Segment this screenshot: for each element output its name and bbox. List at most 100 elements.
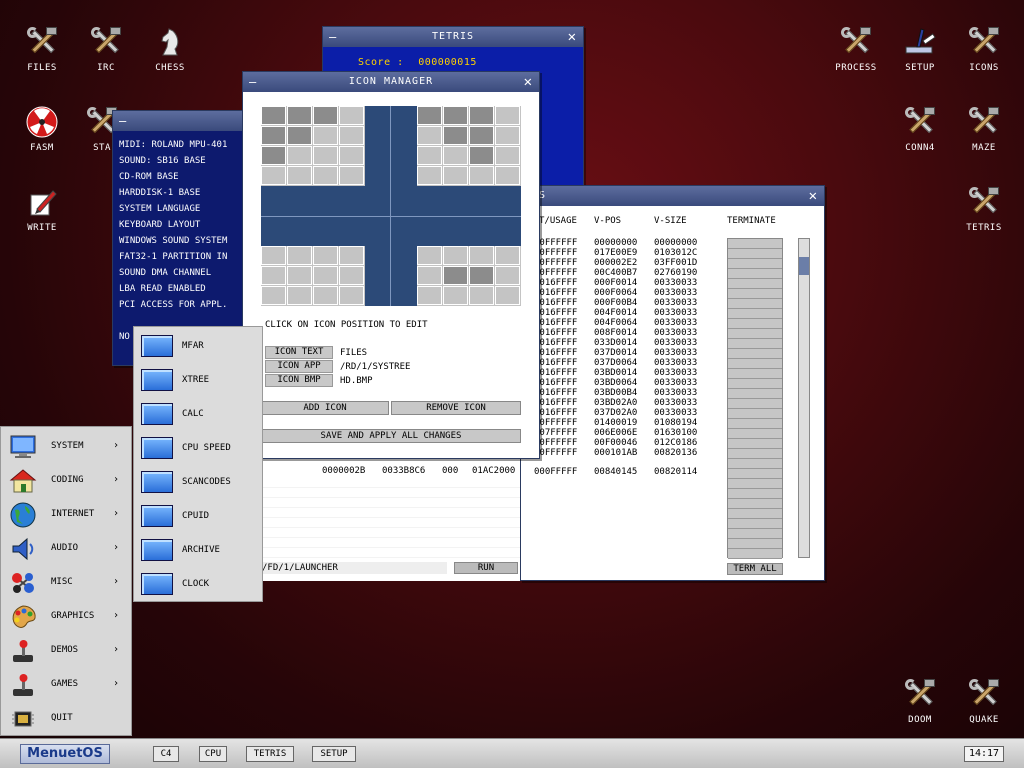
task-button-c4[interactable]: C4 — [153, 746, 179, 762]
icon-slot[interactable] — [443, 146, 468, 165]
terminate-button[interactable] — [728, 539, 782, 549]
icon-slot[interactable] — [495, 266, 520, 285]
icon-slot[interactable] — [287, 146, 312, 165]
icon-slot[interactable] — [417, 286, 442, 305]
terminate-button[interactable] — [728, 239, 782, 249]
icon-slot[interactable] — [417, 146, 442, 165]
menu-item-quit[interactable]: QUIT — [1, 702, 133, 736]
icon-slot[interactable] — [287, 266, 312, 285]
submenu-item-cpuid[interactable]: CPUID — [134, 499, 264, 533]
desktop-icon-process[interactable]: PROCESS — [826, 25, 886, 73]
info-line[interactable]: FAT32-1 PARTITION IN — [119, 249, 245, 265]
terminate-button[interactable] — [728, 399, 782, 409]
icon-slot[interactable] — [261, 126, 286, 145]
icon-slot[interactable] — [287, 286, 312, 305]
menu-item-graphics[interactable]: GRAPHICS › — [1, 600, 133, 634]
terminate-button[interactable] — [728, 409, 782, 419]
icon-slot[interactable] — [443, 166, 468, 185]
terminate-button[interactable] — [728, 449, 782, 459]
desktop-icon-fasm[interactable]: FASM — [12, 105, 72, 153]
task-button-tetris[interactable]: TETRIS — [246, 746, 294, 762]
info-line[interactable]: HARDDISK-1 BASE — [119, 185, 245, 201]
icon-slot[interactable] — [339, 106, 364, 125]
info-line[interactable]: PCI ACCESS FOR APPL. — [119, 297, 245, 313]
icon-manager-titlebar[interactable]: — ICON MANAGER ✕ — [243, 72, 539, 92]
terminate-button[interactable] — [728, 299, 782, 309]
terminate-button[interactable] — [728, 419, 782, 429]
icon-slot[interactable] — [261, 266, 286, 285]
terminate-button[interactable] — [728, 439, 782, 449]
icon-slot[interactable] — [469, 266, 494, 285]
tetris-titlebar[interactable]: — TETRIS ✕ — [323, 27, 583, 47]
save-apply-button[interactable]: SAVE AND APPLY ALL CHANGES — [261, 429, 521, 443]
menu-item-games[interactable]: GAMES › — [1, 668, 133, 702]
icon-slot[interactable] — [313, 126, 338, 145]
terminate-button[interactable] — [728, 269, 782, 279]
icon-slot[interactable] — [339, 126, 364, 145]
icon-slot[interactable] — [313, 106, 338, 125]
info-line[interactable]: SOUND: SB16 BASE — [119, 153, 245, 169]
icon-slot[interactable] — [469, 166, 494, 185]
desktop-icon-irc[interactable]: IRC — [76, 25, 136, 73]
menu-item-coding[interactable]: CODING › — [1, 464, 133, 498]
terminate-button[interactable] — [728, 429, 782, 439]
icon-slot[interactable] — [339, 266, 364, 285]
terminate-button[interactable] — [728, 259, 782, 269]
icon-slot[interactable] — [261, 166, 286, 185]
desktop-icon-files[interactable]: FILES — [12, 25, 72, 73]
icon-slot[interactable] — [339, 166, 364, 185]
close-icon[interactable]: ✕ — [524, 72, 533, 92]
task-button-setup[interactable]: SETUP — [312, 746, 356, 762]
info-line[interactable]: KEYBOARD LAYOUT — [119, 217, 245, 233]
terminate-button[interactable] — [728, 309, 782, 319]
desktop-icon-setup[interactable]: SETUP — [890, 25, 950, 73]
icon-slot[interactable] — [287, 246, 312, 265]
terminate-button[interactable] — [728, 319, 782, 329]
icon-slot[interactable] — [417, 266, 442, 285]
term-all-button[interactable]: TERM ALL — [727, 563, 783, 575]
icon-slot[interactable] — [287, 106, 312, 125]
close-icon[interactable]: ✕ — [809, 186, 818, 206]
terminate-button[interactable] — [728, 329, 782, 339]
minimize-icon[interactable]: — — [249, 72, 257, 92]
menu-item-demos[interactable]: DEMOS › — [1, 634, 133, 668]
icon-slot[interactable] — [417, 246, 442, 265]
terminate-button[interactable] — [728, 499, 782, 509]
info-line[interactable]: SOUND DMA CHANNEL — [119, 265, 245, 281]
icon-slot[interactable] — [339, 246, 364, 265]
task-button-cpu[interactable]: CPU — [199, 746, 227, 762]
terminate-button[interactable] — [728, 469, 782, 479]
desktop-icon-tetris[interactable]: TETRIS — [954, 185, 1014, 233]
desktop-icon-chess[interactable]: CHESS — [140, 25, 200, 73]
terminate-button[interactable] — [728, 339, 782, 349]
icon-bmp-button[interactable]: ICON BMP — [265, 374, 333, 387]
terminate-button[interactable] — [728, 359, 782, 369]
icon-slot[interactable] — [495, 126, 520, 145]
icon-slot[interactable] — [313, 166, 338, 185]
submenu-item-calc[interactable]: CALC — [134, 397, 264, 431]
icon-slot[interactable] — [313, 146, 338, 165]
icon-slot[interactable] — [313, 286, 338, 305]
icon-slot[interactable] — [443, 106, 468, 125]
submenu-item-scancodes[interactable]: SCANCODES — [134, 465, 264, 499]
icon-slot[interactable] — [495, 286, 520, 305]
icon-slot[interactable] — [313, 246, 338, 265]
menu-item-internet[interactable]: INTERNET › — [1, 498, 133, 532]
terminate-button[interactable] — [728, 249, 782, 259]
icon-slot[interactable] — [261, 106, 286, 125]
submenu-item-cpu-speed[interactable]: CPU SPEED — [134, 431, 264, 465]
icon-slot[interactable] — [287, 126, 312, 145]
icon-slot[interactable] — [495, 106, 520, 125]
info-titlebar[interactable]: — — [113, 111, 251, 131]
submenu-item-archive[interactable]: ARCHIVE — [134, 533, 264, 567]
info-line[interactable]: WINDOWS SOUND SYSTEM — [119, 233, 245, 249]
icon-slot[interactable] — [443, 126, 468, 145]
launcher-path-field[interactable]: /FD/1/LAUNCHER — [262, 562, 447, 574]
icon-slot[interactable] — [443, 286, 468, 305]
minimize-icon[interactable]: — — [119, 111, 127, 131]
icon-slot[interactable] — [339, 286, 364, 305]
desktop-icon-doom[interactable]: DOOM — [890, 677, 950, 725]
terminate-button[interactable] — [728, 509, 782, 519]
remove-icon-button[interactable]: REMOVE ICON — [391, 401, 521, 415]
icon-app-button[interactable]: ICON APP — [265, 360, 333, 373]
